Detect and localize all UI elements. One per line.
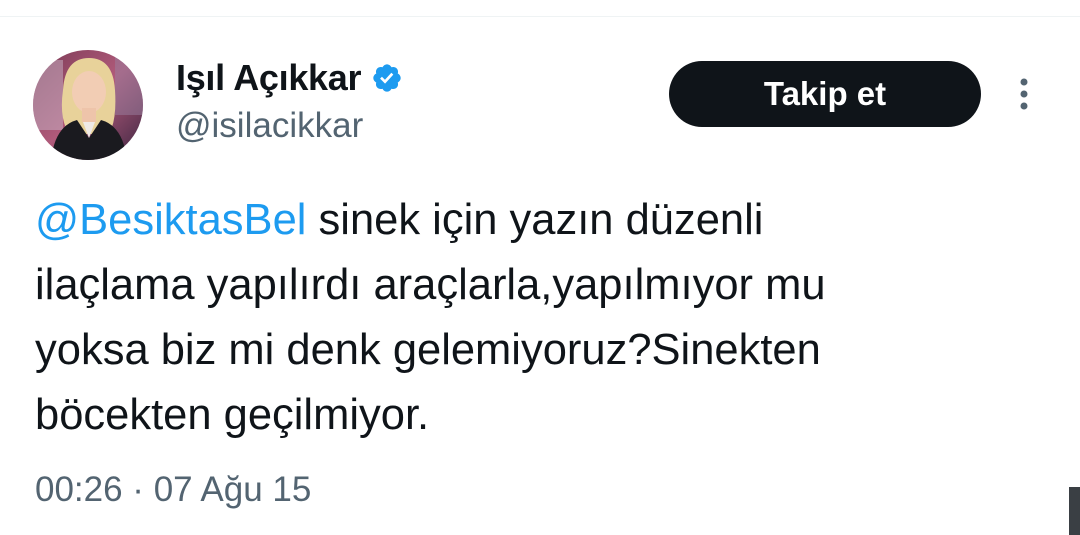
tweet-line-3: yoksa biz mi denk gelemiyoruz?Sinekten <box>35 326 821 374</box>
tweet-line-1: @BesiktasBel sinek için yazın düzenli <box>35 188 1045 253</box>
tweet-line-4: böcekten geçilmiyor. <box>35 391 430 439</box>
tweet-line-2: ilaçlama yapılırdı araçlarla,yapılmıyor … <box>35 261 826 309</box>
author-handle[interactable]: @isilacikkar <box>176 106 363 146</box>
author-display-name[interactable]: Işıl Açıkkar <box>176 57 362 99</box>
follow-button[interactable]: Takip et <box>669 61 981 127</box>
mention-link[interactable]: @BesiktasBel <box>35 196 306 244</box>
author-name-row: Işıl Açıkkar <box>176 56 403 100</box>
top-divider <box>0 16 1080 17</box>
more-vertical-icon[interactable] <box>1014 74 1034 114</box>
tweet-page: Işıl Açıkkar @isilacikkar Takip et @Besi… <box>0 0 1080 535</box>
verified-badge-icon <box>371 62 403 94</box>
scrollbar-thumb[interactable] <box>1069 487 1080 535</box>
tweet-timestamp[interactable]: 00:26 · 07 Ağu 15 <box>35 470 311 510</box>
tweet-text: @BesiktasBel sinek için yazın düzenli il… <box>35 188 1045 448</box>
tweet-line-1-text: sinek için yazın düzenli <box>306 196 764 244</box>
avatar[interactable] <box>33 50 143 160</box>
